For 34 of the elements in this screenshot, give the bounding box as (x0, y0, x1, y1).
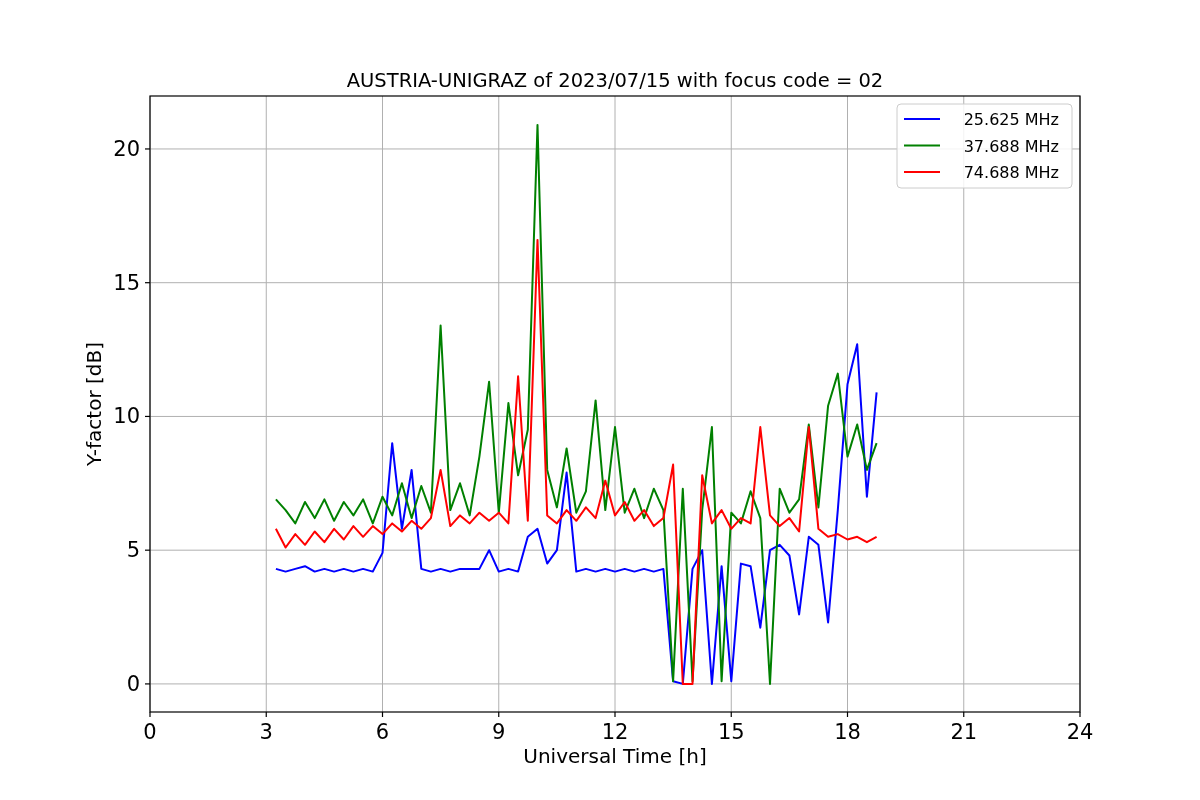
tick-mark (144, 415, 151, 418)
x-tick-label: 24 (1066, 720, 1094, 744)
tick-mark (265, 711, 267, 718)
x-tick-label: 3 (259, 720, 273, 744)
tick-mark (144, 549, 151, 551)
legend-label: 25.625 MHz (963, 110, 1059, 129)
tick-mark (144, 683, 151, 685)
legend-label: 74.688 MHz (963, 163, 1059, 182)
tick-mark (144, 148, 151, 150)
chart-title: AUSTRIA-UNIGRAZ of 2023/07/15 with focus code = 02 (346, 69, 884, 92)
y-tick-label: 5 (126, 538, 140, 563)
x-tick-label: 12 (601, 720, 629, 744)
tick-mark (149, 711, 151, 718)
tick-mark (963, 711, 965, 718)
x-tick-label: 15 (717, 720, 745, 744)
x-axis-title: Universal Time [h] (523, 744, 707, 768)
y-axis-title: Y-factor [dB] (82, 342, 106, 466)
y-tick-label: 20 (113, 136, 140, 161)
x-tick-label: 18 (834, 720, 861, 744)
tick-mark (730, 711, 732, 718)
x-tick-label: 9 (492, 720, 506, 744)
x-tick-label: 6 (375, 720, 390, 744)
y-tick-label: 0 (126, 671, 140, 696)
y-tick-label: 10 (113, 404, 140, 429)
tick-mark (144, 282, 151, 284)
tick-mark (381, 711, 384, 718)
x-tick-label: 0 (143, 720, 157, 744)
tick-mark (498, 711, 500, 718)
tick-mark (614, 711, 616, 718)
tick-mark (1079, 711, 1081, 718)
tick-mark (846, 711, 849, 718)
y-tick-label: 15 (113, 270, 140, 295)
x-tick-label: 21 (950, 720, 978, 744)
legend-label: 37.688 MHz (963, 136, 1059, 156)
